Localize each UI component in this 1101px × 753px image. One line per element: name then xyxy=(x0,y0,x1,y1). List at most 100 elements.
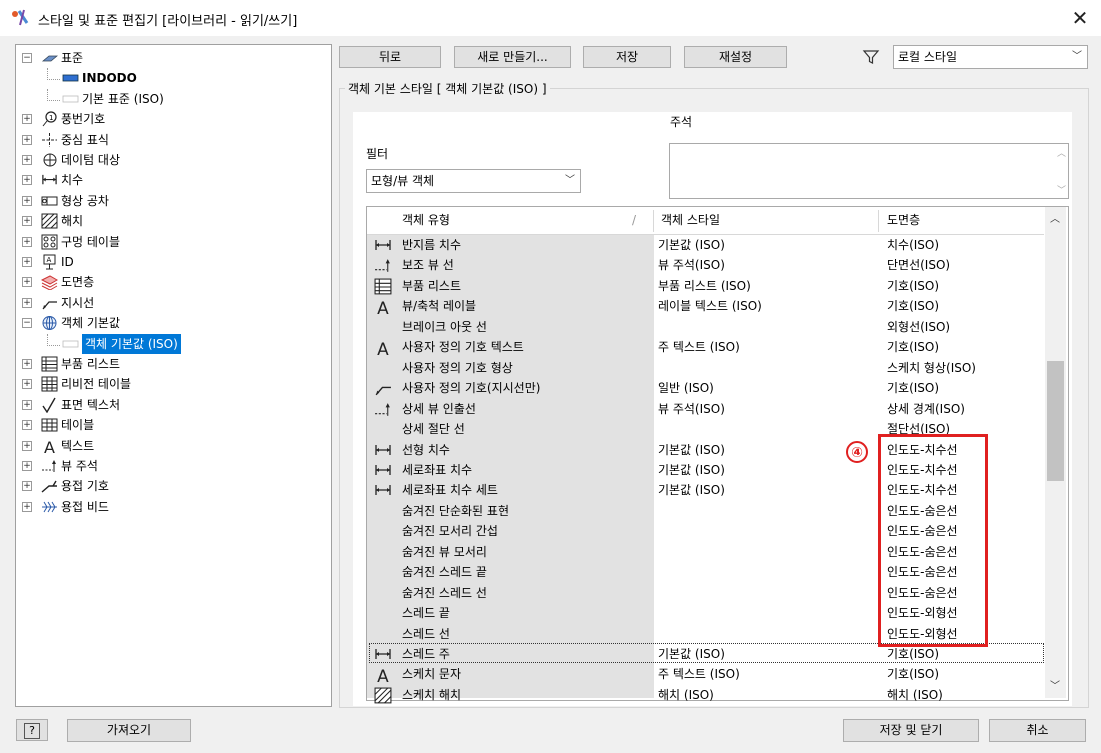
object-style-cell[interactable]: 해치 (ISO) xyxy=(658,685,714,705)
layer-cell[interactable]: 기호(ISO) xyxy=(887,378,939,398)
expand-icon[interactable]: + xyxy=(22,257,32,267)
notes-label: 주석 xyxy=(670,115,693,129)
object-filter-select[interactable]: 모형/뷰 객체 ﹀ xyxy=(366,169,581,193)
filter-icon[interactable] xyxy=(862,48,880,66)
collapse-icon[interactable]: − xyxy=(22,318,32,329)
expand-icon[interactable]: + xyxy=(22,481,32,492)
back-button[interactable]: 뒤로 xyxy=(339,46,441,68)
expand-icon[interactable]: + xyxy=(22,420,32,431)
expand-icon[interactable]: + xyxy=(22,216,32,227)
layer-cell[interactable]: 기호(ISO) xyxy=(887,296,939,316)
expand-icon[interactable]: + xyxy=(22,134,32,145)
svg-text:A: A xyxy=(44,438,55,454)
layer-cell[interactable]: 기호(ISO) xyxy=(887,664,939,684)
cancel-button[interactable]: 취소 xyxy=(989,719,1086,742)
scroll-down-icon[interactable]: ﹀ xyxy=(1057,183,1066,196)
object-style-cell[interactable]: 일반 (ISO) xyxy=(658,378,714,398)
weld-symbol-icon xyxy=(41,478,58,494)
table-row[interactable]: 보조 뷰 선 뷰 주석(ISO) 단면선(ISO) xyxy=(367,255,1044,276)
table-row[interactable]: 반지름 치수 기본값 (ISO) 치수(ISO) xyxy=(367,235,1044,256)
layer-cell[interactable]: 외형선(ISO) xyxy=(887,317,950,337)
expand-icon[interactable]: + xyxy=(22,195,32,206)
layer-cell[interactable]: 기호(ISO) xyxy=(887,337,939,357)
layer-cell[interactable]: 스케치 형상(ISO) xyxy=(887,358,976,378)
expand-icon[interactable]: + xyxy=(22,359,32,369)
table-row[interactable]: 상세 뷰 인출선 뷰 주석(ISO) 상세 경계(ISO) xyxy=(367,399,1044,420)
notes-textarea[interactable]: ︿ ﹀ xyxy=(669,143,1069,199)
object-type-cell: 숨겨진 단순화된 표현 xyxy=(402,503,509,518)
object-type-cell: 사용자 정의 기호 형상 xyxy=(402,360,513,375)
help-button[interactable]: ? xyxy=(16,719,48,741)
expand-icon[interactable]: + xyxy=(22,379,32,390)
view-annotation-icon xyxy=(374,401,392,417)
table-row[interactable]: 사용자 정의 기호(지시선만) 일반 (ISO) 기호(ISO) xyxy=(367,378,1044,399)
table-header: 객체 유형 / 객체 스타일 도면층 xyxy=(367,207,1044,235)
reset-button[interactable]: 재설정 xyxy=(684,46,787,68)
center-mark-icon xyxy=(41,132,58,148)
object-style-cell[interactable]: 주 텍스트 (ISO) xyxy=(658,664,740,684)
scroll-up-icon[interactable]: ︿ xyxy=(1057,146,1066,159)
layer-cell[interactable]: 해치 (ISO) xyxy=(887,685,943,705)
object-style-cell[interactable]: 레이블 텍스트 (ISO) xyxy=(658,296,762,316)
new-button[interactable]: 새로 만들기... xyxy=(454,46,571,68)
header-object-style[interactable]: 객체 스타일 xyxy=(661,207,720,234)
expand-icon[interactable]: + xyxy=(22,501,32,512)
header-object-type[interactable]: 객체 유형 xyxy=(402,207,450,234)
table-row[interactable]: 부품 리스트 부품 리스트 (ISO) 기호(ISO) xyxy=(367,276,1044,297)
table-row[interactable]: A 스케치 문자 주 텍스트 (ISO) 기호(ISO) xyxy=(367,664,1044,686)
layer-cell[interactable]: 치수(ISO) xyxy=(887,235,939,255)
style-tree[interactable]: − 표준 INDODO 기본 표준 (ISO) +1 풍번기호 + 중심 표식 + 데이텀 대상 +… xyxy=(15,44,332,707)
scroll-up-icon[interactable]: ︿ xyxy=(1050,210,1060,225)
tree-item-label: 구멍 테이블 xyxy=(61,234,121,249)
scroll-down-icon[interactable]: ﹀ xyxy=(1050,677,1060,692)
scrollbar-thumb[interactable] xyxy=(1047,361,1064,481)
header-layer[interactable]: 도면층 xyxy=(887,207,920,234)
tree-item-label: 지시선 xyxy=(61,295,95,310)
object-style-cell[interactable]: 기본값 (ISO) xyxy=(658,460,725,480)
object-type-cell: 선형 치수 xyxy=(402,442,450,457)
expand-icon[interactable]: + xyxy=(22,277,32,288)
expand-icon[interactable]: + xyxy=(22,236,32,247)
expand-icon[interactable]: + xyxy=(22,461,32,471)
tree-item-label: 용접 기호 xyxy=(61,479,109,494)
standard-icon xyxy=(41,50,59,66)
layer-cell[interactable]: 기호(ISO) xyxy=(887,276,939,296)
layer-cell[interactable]: 단면선(ISO) xyxy=(887,255,950,275)
object-style-cell[interactable]: 뷰 주석(ISO) xyxy=(658,399,725,419)
hole-table-icon xyxy=(41,234,58,250)
table-row[interactable]: 브레이크 아웃 선 외형선(ISO) xyxy=(367,317,1044,338)
save-close-button[interactable]: 저장 및 닫기 xyxy=(843,719,979,742)
object-style-cell[interactable]: 기본값 (ISO) xyxy=(658,480,725,500)
tree-connector xyxy=(47,333,60,346)
object-type-cell: 사용자 정의 기호(지시선만) xyxy=(402,381,541,396)
expand-icon[interactable]: + xyxy=(22,440,32,451)
table-row[interactable]: 사용자 정의 기호 형상 스케치 형상(ISO) xyxy=(367,358,1044,379)
object-style-cell[interactable]: 주 텍스트 (ISO) xyxy=(658,337,740,357)
close-icon[interactable]: ✕ xyxy=(1066,4,1094,32)
style-filter-select[interactable]: 로컬 스타일 ﹀ xyxy=(893,45,1088,69)
object-type-cell: 스레드 선 xyxy=(402,626,450,641)
layer-cell[interactable]: 상세 경계(ISO) xyxy=(887,399,965,419)
tree-item-label: 표면 텍스처 xyxy=(61,397,121,412)
collapse-icon[interactable]: − xyxy=(22,53,32,63)
column-resize-icon[interactable]: / xyxy=(632,207,636,234)
expand-icon[interactable]: + xyxy=(22,114,32,125)
save-button[interactable]: 저장 xyxy=(583,46,671,68)
table-row[interactable]: A 뷰/축척 레이블 레이블 텍스트 (ISO) 기호(ISO) xyxy=(367,296,1044,318)
table-row[interactable]: 스케치 해치 해치 (ISO) 해치 (ISO) xyxy=(367,685,1044,706)
object-style-cell[interactable]: 기본값 (ISO) xyxy=(658,235,725,255)
chevron-down-icon: ﹀ xyxy=(1072,51,1082,62)
expand-icon[interactable]: + xyxy=(22,297,32,308)
object-style-cell[interactable]: 뷰 주석(ISO) xyxy=(658,255,725,275)
table-row[interactable]: A 사용자 정의 기호 텍스트 주 텍스트 (ISO) 기호(ISO) xyxy=(367,337,1044,359)
import-button[interactable]: 가져오기 xyxy=(67,719,191,742)
expand-icon[interactable]: + xyxy=(22,399,32,410)
expand-icon[interactable]: + xyxy=(22,175,32,186)
object-style-cell[interactable]: 부품 리스트 (ISO) xyxy=(658,276,751,296)
expand-icon[interactable]: + xyxy=(22,155,32,165)
object-type-cell: 세로좌표 치수 세트 xyxy=(402,483,498,498)
object-style-cell[interactable]: 기본값 (ISO) xyxy=(658,440,725,460)
feature-control-icon xyxy=(41,193,58,209)
svg-text:A: A xyxy=(377,339,389,356)
hatch-icon xyxy=(374,687,392,704)
